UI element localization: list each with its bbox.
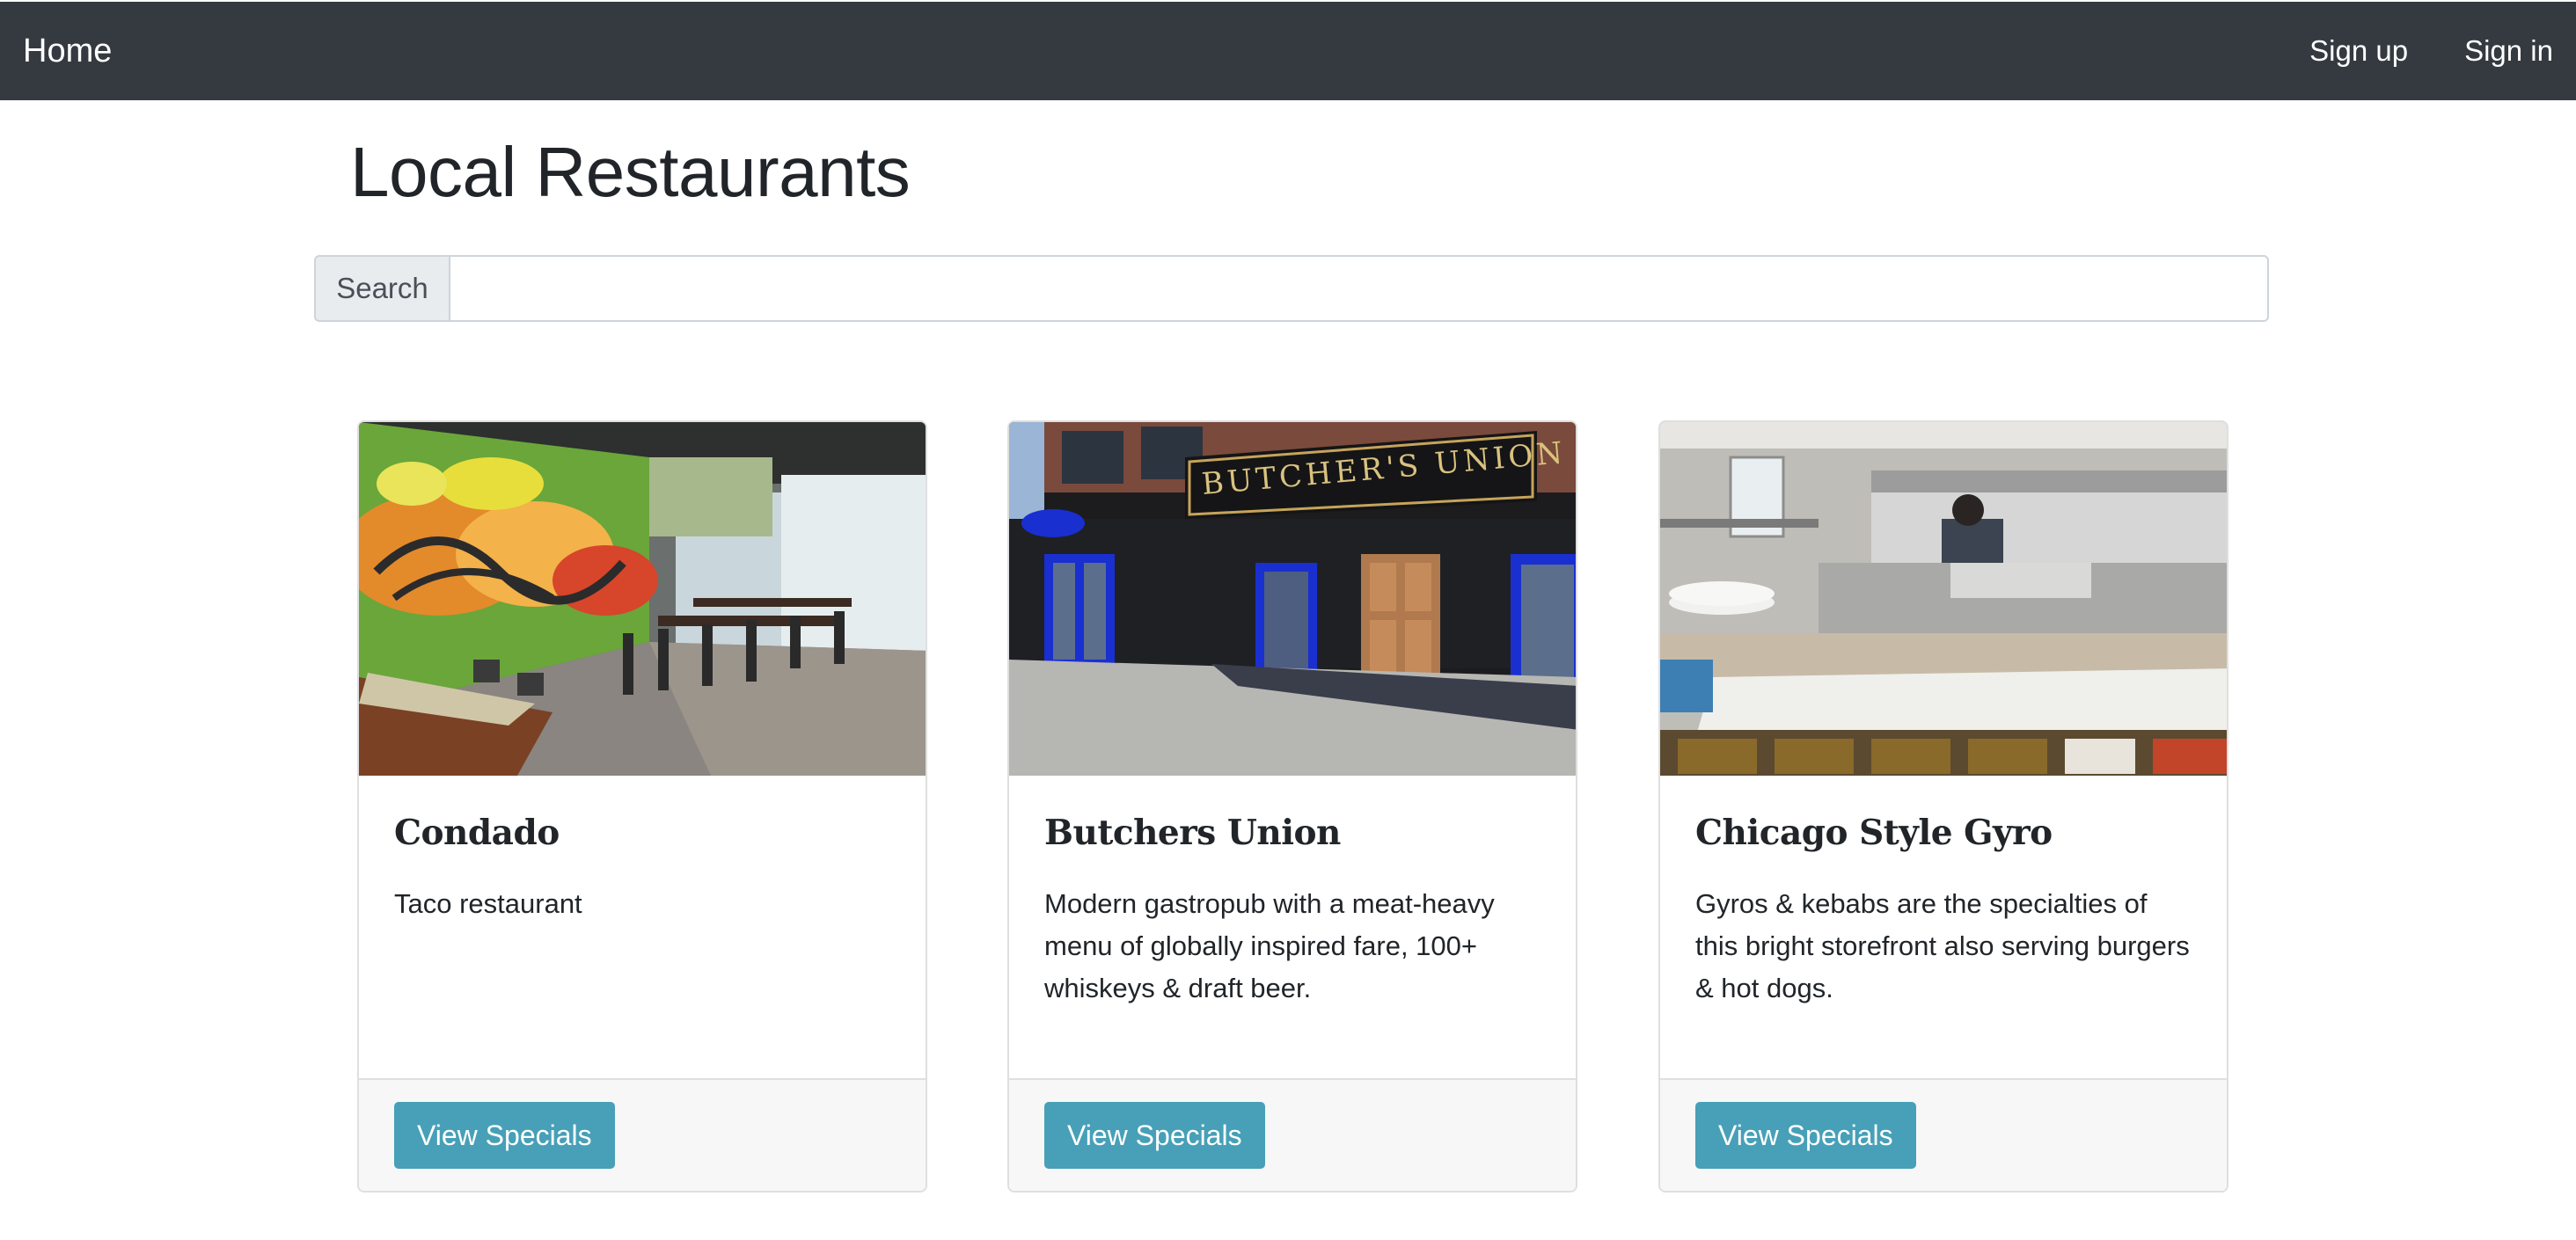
home-link[interactable]: Home xyxy=(23,33,112,70)
search-label: Search xyxy=(314,255,449,322)
card-body: Chicago Style Gyro Gyros & kebabs are th… xyxy=(1660,776,2227,1080)
view-specials-button[interactable]: View Specials xyxy=(394,1102,615,1169)
view-specials-button[interactable]: View Specials xyxy=(1695,1102,1916,1169)
card-footer: View Specials xyxy=(1009,1078,1576,1191)
card-body: Butchers Union Modern gastropub with a m… xyxy=(1009,776,1576,1080)
search-input[interactable] xyxy=(449,255,2269,322)
sign-up-link[interactable]: Sign up xyxy=(2309,34,2408,68)
search-group: Search xyxy=(314,255,2269,322)
restaurant-card-chicago-style-gyro: Chicago Style Gyro Gyros & kebabs are th… xyxy=(1658,420,2228,1193)
restaurant-image xyxy=(1660,422,2227,776)
sign-in-link[interactable]: Sign in xyxy=(2464,34,2553,68)
restaurant-description: Modern gastropub with a meat-heavy menu … xyxy=(1044,888,1495,1003)
top-navbar: Home Sign up Sign in xyxy=(0,2,2576,100)
restaurant-name: Butchers Union xyxy=(1044,813,1341,853)
restaurant-image: BUTCHER'S UNION xyxy=(1009,422,1576,776)
card-body: Condado Taco restaurant xyxy=(359,776,926,1080)
page-title: Local Restaurants xyxy=(350,133,911,211)
restaurant-image xyxy=(359,422,926,776)
restaurant-card-butchers-union: BUTCHER'S UNION Butchers Union Modern ga… xyxy=(1007,420,1577,1193)
restaurant-name: Condado xyxy=(394,813,560,853)
restaurant-description: Taco restaurant xyxy=(394,888,582,919)
view-specials-button[interactable]: View Specials xyxy=(1044,1102,1265,1169)
restaurant-description: Gyros & kebabs are the specialties of th… xyxy=(1695,888,2190,1003)
restaurant-card-condado: Condado Taco restaurant View Specials xyxy=(357,420,927,1193)
card-footer: View Specials xyxy=(359,1078,926,1191)
card-footer: View Specials xyxy=(1660,1078,2227,1191)
restaurant-name: Chicago Style Gyro xyxy=(1695,813,2053,853)
nav-right: Sign up Sign in xyxy=(2309,34,2553,68)
